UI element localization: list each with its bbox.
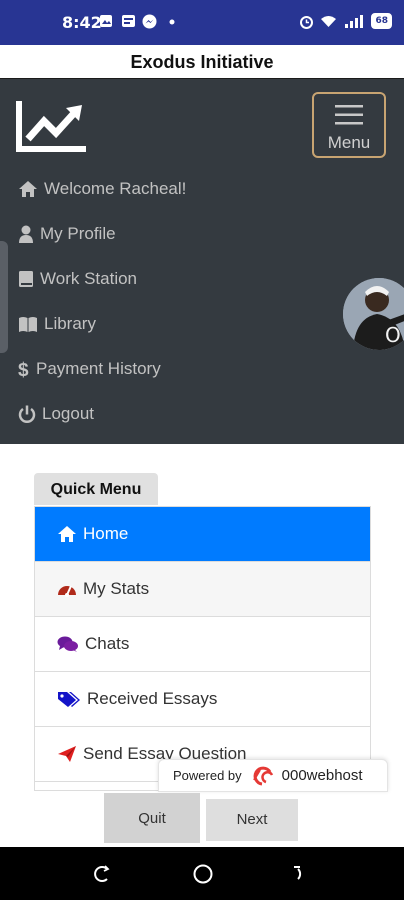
quick-menu-received-essays-label: Received Essays — [87, 689, 218, 708]
side-drawer-handle[interactable] — [0, 241, 8, 353]
home-circle-icon[interactable] — [192, 863, 214, 885]
quick-menu-chats[interactable]: Chats — [35, 617, 370, 672]
dot-icon — [169, 19, 175, 25]
nav-library[interactable]: Library — [18, 312, 96, 336]
user-icon — [19, 225, 33, 243]
menu-toggle-button[interactable]: Menu — [312, 92, 386, 158]
powered-by-badge[interactable]: Powered by 000webhost — [158, 759, 388, 792]
nav-work-station[interactable]: Work Station — [18, 267, 137, 291]
comments-icon — [57, 636, 78, 652]
back-icon[interactable] — [290, 864, 310, 884]
nav-logout-label: Logout — [42, 404, 94, 423]
nav-library-label: Library — [44, 314, 96, 333]
nav-welcome[interactable]: Welcome Racheal! — [18, 177, 186, 201]
chart-line-icon[interactable] — [16, 99, 88, 153]
profile-photo-icon: O — [343, 278, 404, 350]
home-icon — [19, 181, 37, 197]
home-icon — [58, 526, 76, 542]
nav-payment-history[interactable]: $ Payment History — [18, 357, 161, 381]
status-right: 68 — [299, 13, 392, 29]
recents-icon[interactable] — [92, 864, 112, 884]
nav-logout[interactable]: Logout — [18, 402, 94, 426]
app-header: Exodus Initiative — [0, 45, 404, 80]
nav-my-profile-label: My Profile — [40, 224, 116, 243]
webhost-logo-icon — [252, 766, 273, 785]
book-icon — [19, 271, 33, 287]
nav-welcome-label: Welcome Racheal! — [44, 179, 187, 198]
tags-icon — [58, 692, 80, 707]
quick-menu-list: Home My Stats Chats Received Essays Send… — [34, 506, 371, 791]
quick-menu-my-stats-label: My Stats — [83, 579, 150, 598]
signal-icon — [345, 15, 364, 28]
paper-plane-icon — [58, 746, 76, 762]
powered-by-text: Powered by — [173, 768, 242, 783]
power-icon — [18, 405, 36, 423]
svg-text:O: O — [385, 323, 401, 347]
webhost-name: 000webhost — [281, 767, 363, 784]
battery-indicator: 68 — [371, 13, 392, 29]
wifi-icon — [321, 16, 337, 27]
navbar: Menu Welcome Racheal! My Profile Work St… — [0, 79, 404, 444]
alarm-icon — [300, 15, 314, 29]
quick-menu-my-stats[interactable]: My Stats — [35, 562, 370, 617]
avatar[interactable]: O — [343, 278, 404, 350]
quit-button[interactable]: Quit — [104, 793, 200, 843]
android-nav-bar — [0, 847, 404, 900]
open-book-icon — [19, 317, 37, 332]
svg-text:$: $ — [18, 360, 29, 379]
quick-menu-home[interactable]: Home — [35, 507, 370, 562]
app-title: Exodus Initiative — [130, 52, 274, 72]
nav-work-station-label: Work Station — [40, 269, 138, 288]
menu-label: Menu — [327, 133, 371, 152]
message-icon — [122, 15, 135, 27]
nav-my-profile[interactable]: My Profile — [18, 222, 116, 246]
gauge-icon — [58, 585, 76, 597]
messenger-icon — [142, 14, 157, 29]
quick-menu-tab[interactable]: Quick Menu — [34, 473, 158, 505]
gallery-icon — [100, 15, 112, 27]
status-time: 8:42 — [62, 13, 102, 32]
dollar-icon: $ — [18, 360, 29, 379]
status-bar: 8:42 68 — [0, 0, 404, 45]
nav-payment-history-label: Payment History — [36, 359, 161, 378]
quick-menu-home-label: Home — [83, 524, 129, 543]
hamburger-icon — [335, 105, 363, 125]
quick-menu-received-essays[interactable]: Received Essays — [35, 672, 370, 727]
next-button[interactable]: Next — [206, 799, 298, 841]
quick-menu-chats-label: Chats — [85, 634, 130, 653]
